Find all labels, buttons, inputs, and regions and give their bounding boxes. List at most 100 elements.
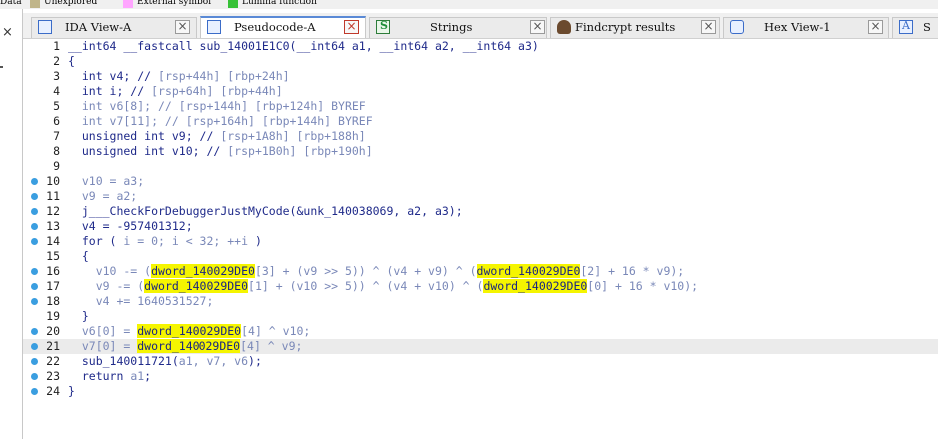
tab-label: Strings [430,20,473,34]
highlighted-symbol[interactable]: dword_140029DE0 [137,324,242,338]
code-line[interactable]: 12 j___CheckForDebuggerJustMyCode(&unk_1… [23,204,938,219]
tab-close-button[interactable]: × [701,20,716,34]
code-text: for ( i = 0; i < 32; ++i ) [68,234,262,249]
code-text: v7[0] = dword_140029DE0[4] ^ v9; [68,339,302,354]
breakpoint-dot-icon[interactable] [31,268,38,275]
code-token: [0] + 16 * v10); [587,279,699,293]
code-text: int i; // [rsp+64h] [rbp+44h] [68,84,283,99]
breakpoint-dot-icon[interactable] [31,358,38,365]
highlighted-symbol[interactable]: dword_140029DE0 [151,264,255,278]
code-line[interactable]: 4 int i; // [rsp+64h] [rbp+44h] [23,84,938,99]
tab-close-button[interactable]: × [344,20,359,34]
line-number: 15 [46,249,60,263]
code-token: { [68,249,89,263]
highlighted-symbol[interactable]: dword_140029DE0 [483,279,588,293]
code-text: int v6[8]; // [rsp+144h] [rbp+124h] BYRE… [68,99,366,114]
code-line[interactable]: 11 v9 = a2; [23,189,938,204]
code-line[interactable]: 9 [23,159,938,174]
tab-s[interactable]: S [892,17,938,38]
code-line[interactable]: 10 v10 = a3; [23,174,938,189]
code-token: [rsp+64h] [rbp+44h] [151,84,283,98]
pseudocode-view[interactable]: 1 __int64 __fastcall sub_14001E1C0(__int6… [23,39,938,439]
code-line[interactable]: 20 v6[0] = dword_140029DE0[4] ^ v10; [23,324,938,339]
code-line[interactable]: 22 sub_140011721(a1, v7, v6); [23,354,938,369]
line-number: 21 [46,339,60,353]
code-line[interactable]: 5 int v6[8]; // [rsp+144h] [rbp+124h] BY… [23,99,938,114]
code-token: [4] ^ v10; [241,324,311,338]
code-line[interactable]: 23 return a1; [23,369,938,384]
code-line[interactable]: 3 int v4; // [rsp+44h] [rbp+24h] [23,69,938,84]
breakpoint-dot-icon[interactable] [31,343,38,350]
code-line[interactable]: 8 unsigned int v10; // [rsp+1B0h] [rbp+1… [23,144,938,159]
code-text: v4 = -957401312; [68,219,193,234]
highlighted-symbol[interactable]: dword_140029DE0 [144,279,249,293]
code-token: i = 0; i < 32; ++i [123,234,249,248]
code-line[interactable]: 1 __int64 __fastcall sub_14001E1C0(__int6… [23,39,938,54]
code-text: } [68,309,89,324]
code-token: int i; // [68,84,152,98]
code-line[interactable]: 7 unsigned int v9; // [rsp+1A8h] [rbp+18… [23,129,938,144]
code-line[interactable]: 16 v10 -= (dword_140029DE0[3] + (v9 >> 5… [23,264,938,279]
tab-label: Pseudocode-A [234,20,316,34]
code-line[interactable]: 2{ [23,54,938,69]
code-token: sub_140011721( [68,354,179,368]
line-number: 6 [53,114,60,128]
legend-label: External symbol [137,0,212,7]
legend-swatch [228,0,238,8]
code-token: } [68,309,89,323]
code-line[interactable]: 13 v4 = -957401312; [23,219,938,234]
code-text: int v4; // [rsp+44h] [rbp+24h] [68,69,290,84]
code-line[interactable]: 18 v4 += 1640531527; [23,294,938,309]
tab-pseudocode-a[interactable]: Pseudocode-A × [200,16,366,38]
tab-close-button[interactable]: × [175,20,190,34]
tab-ida-view-a[interactable]: IDA View-A × [31,17,197,38]
strings-icon [376,19,390,34]
code-line[interactable]: 6 int v7[11]; // [rsp+164h] [rbp+144h] B… [23,114,938,129]
code-token: ); [248,354,262,368]
tab-strings[interactable]: Strings × [369,17,547,38]
code-token: v9 = a2; [68,189,138,203]
code-text: v6[0] = dword_140029DE0[4] ^ v10; [68,324,310,339]
tab-hex-view-1[interactable]: Hex View-1 × [723,17,889,38]
tab-label: Hex View-1 [764,20,831,34]
code-line[interactable]: 15 { [23,249,938,264]
breakpoint-dot-icon[interactable] [31,193,38,200]
code-text: { [68,249,89,264]
breakpoint-dot-icon[interactable] [31,283,38,290]
code-token: [rsp+44h] [rbp+24h] [158,69,290,83]
code-line[interactable]: 14 for ( i = 0; i < 32; ++i ) [23,234,938,249]
legend-item: Lumina function [228,0,317,8]
legend-bar: Data Unexplored External symbol Lumina func… [0,0,938,9]
legend-label: Unexplored [44,0,98,7]
code-text: } [68,384,75,399]
code-line[interactable]: 17 v9 -= (dword_140029DE0[1] + (v10 >> 5… [23,279,938,294]
close-panel-icon[interactable]: × [2,25,13,40]
breakpoint-dot-icon[interactable] [31,208,38,215]
highlighted-symbol[interactable]: dword_140 [137,339,200,353]
tab-close-button[interactable]: × [868,20,883,34]
tab-findcrypt-results[interactable]: Findcrypt results × [550,17,720,38]
code-token: j___CheckForDebuggerJustMyCode(&unk_1400… [68,204,463,218]
code-text: v10 -= (dword_140029DE0[3] + (v9 >> 5)) … [68,264,684,279]
code-text: sub_140011721(a1, v7, v6); [68,354,262,369]
pseudocode-icon [207,20,221,34]
code-line[interactable]: 21 v7[0] = dword_140029DE0[4] ^ v9; [23,339,938,354]
highlighted-symbol[interactable]: 029DE0 [198,339,241,353]
breakpoint-dot-icon[interactable] [31,238,38,245]
breakpoint-dot-icon[interactable] [31,373,38,380]
code-text: __int64 __fastcall sub_14001E1C0(__int64… [68,39,539,54]
highlighted-symbol[interactable]: dword_140029DE0 [476,264,581,278]
breakpoint-dot-icon[interactable] [31,298,38,305]
code-text: unsigned int v10; // [rsp+1B0h] [rbp+190… [68,144,373,159]
code-line[interactable]: 24} [23,384,938,399]
code-text: v10 = a3; [68,174,144,189]
code-line[interactable]: 19 } [23,309,938,324]
breakpoint-dot-icon[interactable] [31,388,38,395]
line-number: 19 [46,309,60,323]
breakpoint-dot-icon[interactable] [31,328,38,335]
breakpoint-dot-icon[interactable] [31,178,38,185]
code-token: [3] + (v9 >> 5)) ^ (v4 + v9) ^ ( [254,264,477,278]
breakpoint-dot-icon[interactable] [31,223,38,230]
line-number: 10 [46,174,60,188]
tab-close-button[interactable]: × [530,20,545,34]
